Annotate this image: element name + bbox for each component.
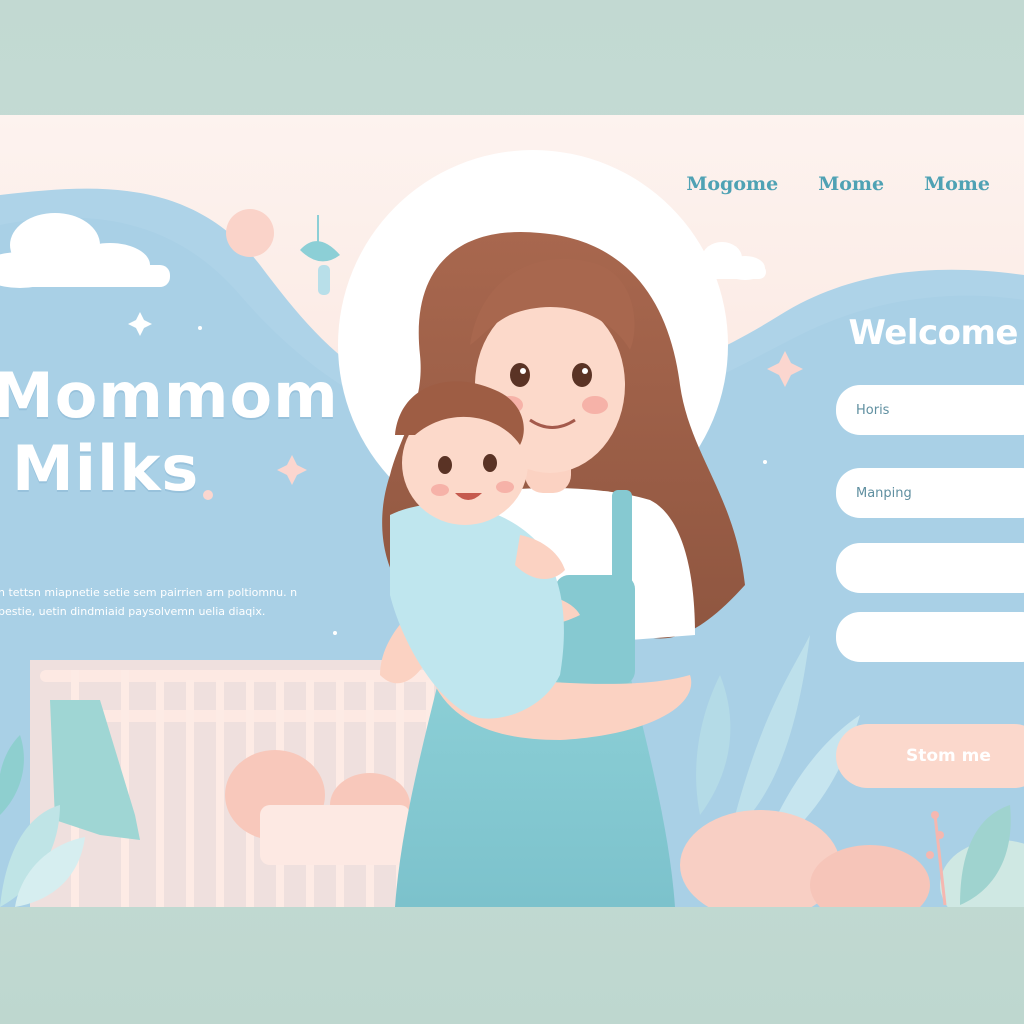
nav-item-mome[interactable]: Mome bbox=[818, 173, 884, 195]
page-backdrop: Mogome Mome Mome Mommom Milks n tettsn m… bbox=[0, 0, 1024, 1024]
brand-line-1: Mommom bbox=[0, 359, 339, 432]
sun-icon bbox=[226, 209, 274, 257]
hero-tagline: n tettsn miapnetie setie sem pairrien ar… bbox=[0, 586, 298, 618]
submit-button[interactable]: Stom me bbox=[836, 724, 1024, 788]
name-input[interactable] bbox=[854, 401, 1024, 419]
brand-title: Mommom Milks bbox=[0, 363, 339, 501]
landing-page-window: Mogome Mome Mome Mommom Milks n tettsn m… bbox=[0, 115, 1024, 907]
form-field-1[interactable] bbox=[836, 385, 1024, 435]
nav-item-mome-2[interactable]: Mome bbox=[924, 173, 990, 195]
text-input-4[interactable] bbox=[854, 628, 1024, 646]
form-field-4[interactable] bbox=[836, 612, 1024, 662]
form-field-3[interactable] bbox=[836, 543, 1024, 593]
text-input-3[interactable] bbox=[854, 559, 1024, 577]
form-field-2[interactable] bbox=[836, 468, 1024, 518]
form-title: Welcome bbox=[848, 313, 1018, 353]
mapping-input[interactable] bbox=[854, 484, 1024, 502]
top-nav: Mogome Mome Mome bbox=[686, 173, 990, 195]
brand-line-2: Milks bbox=[12, 432, 200, 506]
nav-item-mogome[interactable]: Mogome bbox=[686, 173, 778, 195]
